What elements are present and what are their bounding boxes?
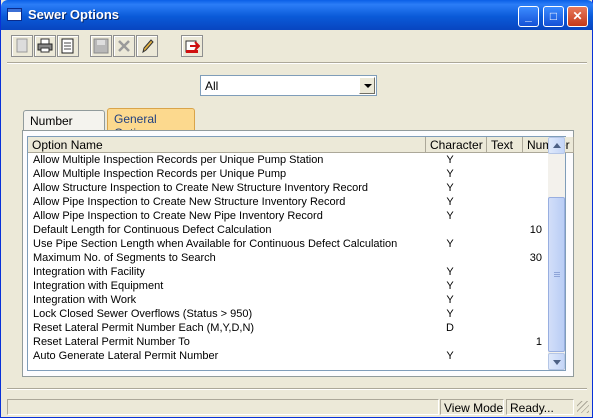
option-name-cell: Allow Pipe Inspection to Create New Stru… <box>33 196 346 208</box>
column-header-character[interactable]: Character <box>426 137 487 153</box>
window-title: Sewer Options <box>28 7 120 22</box>
character-cell: Y <box>446 210 454 222</box>
status-mode: View Mode <box>440 399 504 415</box>
grip-line <box>554 274 560 275</box>
minimize-button[interactable]: _ <box>518 6 539 27</box>
sewer-options-window: Sewer Options _ □ ✕ All Number Forma <box>0 0 593 418</box>
column-header-option-name[interactable]: Option Name <box>28 137 426 153</box>
option-name-cell: Allow Structure Inspection to Create New… <box>33 182 369 194</box>
table-row[interactable]: Reset Lateral Permit Number To 1 <box>28 336 548 350</box>
option-name-cell: Allow Multiple Inspection Records per Un… <box>33 168 287 180</box>
scroll-up-icon[interactable] <box>548 137 565 154</box>
character-cell: Y <box>446 182 454 194</box>
table-row[interactable]: Integration with Equipment Y <box>28 280 548 294</box>
filter-selected-value: All <box>205 79 219 93</box>
option-name-cell: Integration with Work <box>33 294 137 306</box>
vertical-scrollbar[interactable] <box>548 137 565 370</box>
tab-general-options[interactable]: General Options <box>107 108 195 140</box>
grid-rows: Allow Multiple Inspection Records per Un… <box>28 154 548 364</box>
table-row[interactable]: Integration with Facility Y <box>28 266 548 280</box>
option-name-cell: Lock Closed Sewer Overflows (Status > 95… <box>33 308 253 320</box>
table-row[interactable]: Lock Closed Sewer Overflows (Status > 95… <box>28 308 548 322</box>
number-cell: 10 <box>529 224 542 236</box>
number-cell: 30 <box>529 252 542 264</box>
grip-line <box>554 276 560 277</box>
character-cell: Y <box>446 168 454 180</box>
table-row[interactable]: Allow Multiple Inspection Records per Un… <box>28 168 548 182</box>
exit-icon[interactable] <box>181 35 203 57</box>
table-row[interactable]: Integration with Work Y <box>28 294 548 308</box>
blank-doc-icon[interactable] <box>11 35 33 57</box>
delete-icon[interactable] <box>113 35 135 57</box>
character-cell: Y <box>446 238 454 250</box>
character-cell: Y <box>446 266 454 278</box>
edit-icon[interactable] <box>136 35 158 57</box>
character-cell: Y <box>446 196 454 208</box>
status-panel-empty <box>7 399 439 415</box>
table-row[interactable]: Allow Structure Inspection to Create New… <box>28 182 548 196</box>
column-header-text[interactable]: Text <box>487 137 523 153</box>
number-cell: 1 <box>535 336 542 348</box>
option-name-cell: Reset Lateral Permit Number Each (M,Y,D,… <box>33 322 255 334</box>
option-name-cell: Allow Multiple Inspection Records per Un… <box>33 154 324 166</box>
table-row[interactable]: Auto Generate Lateral Permit Number Y <box>28 350 548 364</box>
option-name-cell: Allow Pipe Inspection to Create New Pipe… <box>33 210 323 222</box>
table-row[interactable]: Allow Multiple Inspection Records per Un… <box>28 154 548 168</box>
title-bar[interactable]: Sewer Options _ □ ✕ <box>1 0 593 30</box>
character-cell: Y <box>446 294 454 306</box>
status-message: Ready... <box>506 399 574 415</box>
option-name-cell: Default Length for Continuous Defect Cal… <box>33 224 272 236</box>
print-icon[interactable] <box>34 35 56 57</box>
character-cell: Y <box>446 350 454 362</box>
print-preview-icon[interactable] <box>57 35 79 57</box>
toolbar-divider <box>7 62 587 64</box>
resize-grip-icon[interactable] <box>577 401 589 413</box>
table-row[interactable]: Allow Pipe Inspection to Create New Stru… <box>28 196 548 210</box>
option-name-cell: Reset Lateral Permit Number To <box>33 336 190 348</box>
table-row[interactable]: Use Pipe Section Length when Available f… <box>28 238 548 252</box>
toolbar <box>7 33 587 61</box>
option-name-cell: Maximum No. of Segments to Search <box>33 252 216 264</box>
grip-line <box>554 272 560 273</box>
table-row[interactable]: Reset Lateral Permit Number Each (M,Y,D,… <box>28 322 548 336</box>
character-cell: Y <box>446 280 454 292</box>
option-name-cell: Integration with Facility <box>33 266 145 278</box>
table-row[interactable]: Default Length for Continuous Defect Cal… <box>28 224 548 238</box>
filter-dropdown[interactable]: All <box>200 75 377 96</box>
close-button[interactable]: ✕ <box>567 6 588 27</box>
tab-number-format[interactable]: Number Format <box>23 110 105 142</box>
chevron-down-icon[interactable] <box>359 77 375 94</box>
option-name-cell: Auto Generate Lateral Permit Number <box>33 350 219 362</box>
scrollbar-thumb[interactable] <box>548 197 565 352</box>
status-bar: View Mode Ready... <box>1 397 592 417</box>
scroll-down-icon[interactable] <box>548 353 565 370</box>
grid-header: Option Name Character Text Number <box>28 137 574 153</box>
table-row[interactable]: Allow Pipe Inspection to Create New Pipe… <box>28 210 548 224</box>
option-name-cell: Integration with Equipment <box>33 280 164 292</box>
save-icon[interactable] <box>90 35 112 57</box>
character-cell: Y <box>446 308 454 320</box>
status-divider <box>7 388 587 390</box>
character-cell: D <box>446 322 454 334</box>
option-name-cell: Use Pipe Section Length when Available f… <box>33 238 398 250</box>
character-cell: Y <box>446 154 454 166</box>
options-grid[interactable]: Option Name Character Text Number Allow … <box>27 136 574 371</box>
window-icon <box>7 8 22 21</box>
maximize-button[interactable]: □ <box>543 6 564 27</box>
table-row[interactable]: Maximum No. of Segments to Search 30 <box>28 252 548 266</box>
